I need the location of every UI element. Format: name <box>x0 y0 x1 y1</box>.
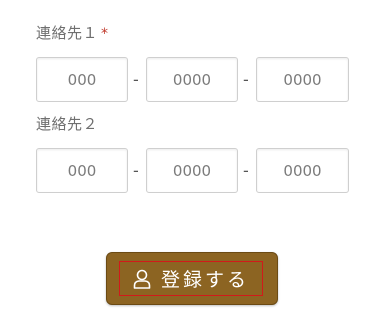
contact1-separator-2: - <box>243 70 249 89</box>
contact1-number-input[interactable] <box>256 57 349 102</box>
contact1-row: - - <box>36 57 349 104</box>
contact2-row: - - <box>36 148 349 195</box>
contact2-separator-2: - <box>243 161 249 180</box>
contact1-exchange-input[interactable] <box>146 57 238 102</box>
focus-ring: 登録する <box>119 261 263 296</box>
contact-form: 連絡先１* - - 連絡先２ - - 登録する <box>0 0 375 334</box>
contact2-separator-1: - <box>133 161 139 180</box>
contact1-label-text: 連絡先１ <box>36 24 99 42</box>
required-mark: * <box>101 26 109 42</box>
contact2-label: 連絡先２ <box>36 113 98 134</box>
contact1-separator-1: - <box>133 70 139 89</box>
contact1-area-code-input[interactable] <box>36 57 128 102</box>
register-button-label: 登録する <box>160 269 249 291</box>
contact2-label-text: 連絡先２ <box>36 115 99 133</box>
contact1-label: 連絡先１ * <box>36 22 109 43</box>
contact2-number-input[interactable] <box>256 148 349 193</box>
contact2-exchange-input[interactable] <box>146 148 238 193</box>
user-icon <box>133 269 151 289</box>
contact2-area-code-input[interactable] <box>36 148 128 193</box>
register-button[interactable]: 登録する <box>106 252 278 305</box>
